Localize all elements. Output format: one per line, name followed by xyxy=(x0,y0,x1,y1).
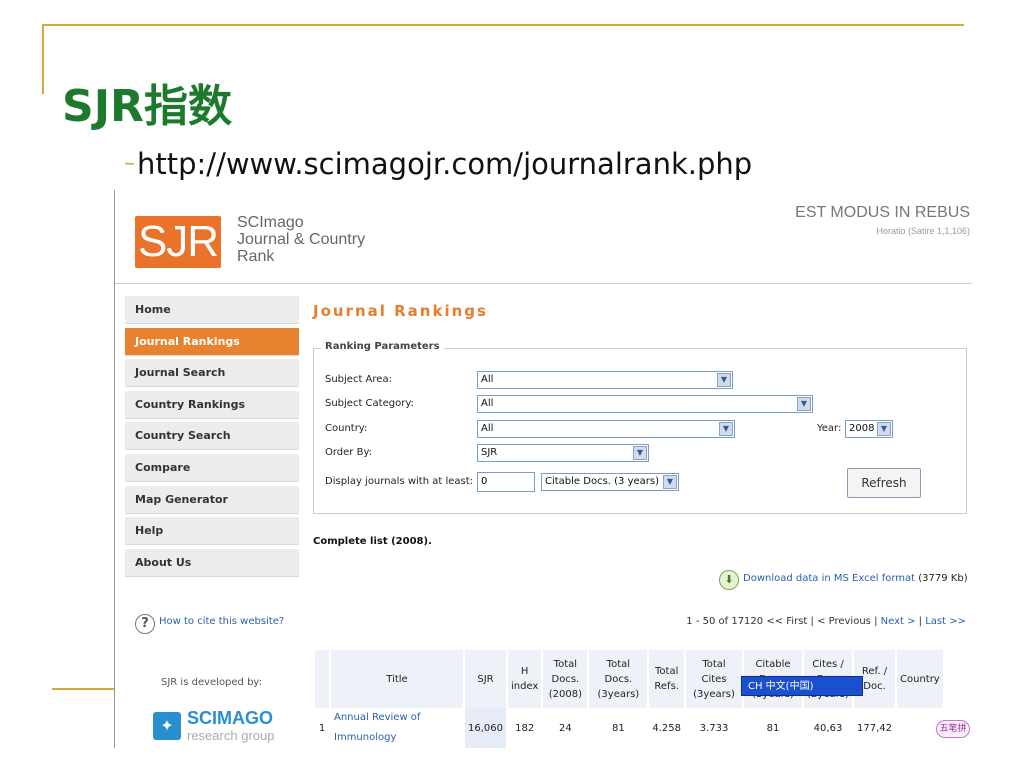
slide-title: SJR指数 xyxy=(62,81,232,132)
cite-link-label: How to cite this website? xyxy=(159,616,285,627)
country-label: Country: xyxy=(325,423,368,434)
slide-bullet: –http://www.scimagojr.com/journalrank.ph… xyxy=(124,146,844,182)
order-by-label: Order By: xyxy=(325,447,373,458)
col-rank xyxy=(315,650,329,708)
cell-cites-per-doc: 40,63 xyxy=(813,722,843,734)
cell-sjr: 16,060 xyxy=(465,708,506,748)
download-icon: ⬇ xyxy=(719,570,739,590)
pager-previous[interactable]: < Previous xyxy=(817,616,871,627)
website-screenshot: SJR SCImago Journal & Country Rank EST M… xyxy=(114,190,972,748)
chevron-down-icon: ▼ xyxy=(717,373,731,387)
subject-category-label: Subject Category: xyxy=(325,398,414,409)
scimago-subtitle: research group xyxy=(187,728,275,743)
col-total-docs-2008[interactable]: Total Docs. (2008) xyxy=(543,650,588,708)
pager-first[interactable]: << First xyxy=(766,616,807,627)
display-type-select[interactable]: Citable Docs. (3 years) ▼ xyxy=(541,473,679,491)
ranking-parameters-legend: Ranking Parameters xyxy=(321,341,444,352)
display-min-input[interactable]: 0 xyxy=(477,472,535,492)
pager-range: 1 - 50 of 17120 xyxy=(686,616,764,627)
download-excel-link[interactable]: ⬇ Download data in MS Excel format (3779 … xyxy=(719,570,968,590)
logo-line-2: Journal & Country xyxy=(237,231,366,248)
ime-language-bar[interactable]: CH 中文(中国) xyxy=(741,676,863,696)
pagination: 1 - 50 of 17120 << First | < Previous | … xyxy=(686,616,966,627)
chevron-down-icon: ▼ xyxy=(663,475,677,489)
display-min-label: Display journals with at least: xyxy=(325,476,474,487)
col-total-refs[interactable]: Total Refs. xyxy=(649,650,684,708)
cell-citable-3years: 81 xyxy=(766,722,780,734)
country-select[interactable]: All ▼ xyxy=(477,420,735,438)
pager-last[interactable]: Last >> xyxy=(925,616,966,627)
cell-ref-per-doc: 177,42 xyxy=(857,722,892,734)
refresh-button[interactable]: Refresh xyxy=(847,468,921,498)
cell-docs-2008: 24 xyxy=(558,722,572,734)
nav-item-compare[interactable]: Compare xyxy=(125,453,299,482)
developed-by-label: SJR is developed by: xyxy=(161,677,262,688)
year-select[interactable]: 2008 ▼ xyxy=(845,420,893,438)
header-divider xyxy=(115,283,972,284)
nav-item-map-generator[interactable]: Map Generator xyxy=(125,485,299,514)
chevron-down-icon: ▼ xyxy=(797,397,811,411)
subject-category-select[interactable]: All ▼ xyxy=(477,395,813,413)
cite-link[interactable]: ? How to cite this website? xyxy=(135,614,284,634)
cell-rank: 1 xyxy=(318,722,326,734)
subject-area-label: Subject Area: xyxy=(325,374,392,385)
cell-docs-3years: 81 xyxy=(611,722,625,734)
col-country[interactable]: Country xyxy=(897,650,943,708)
col-h-index[interactable]: H index xyxy=(508,650,542,708)
nav-item-help[interactable]: Help xyxy=(125,517,299,546)
cell-refs: 4.258 xyxy=(652,722,681,734)
chevron-down-icon: ▼ xyxy=(633,446,647,460)
question-icon: ? xyxy=(135,614,155,634)
chevron-down-icon: ▼ xyxy=(877,422,891,436)
journal-rankings-table: Title SJR H index Total Docs. (2008) Tot… xyxy=(313,650,945,748)
year-label: Year: xyxy=(817,423,842,434)
year-value: 2008 xyxy=(849,423,875,434)
download-label: Download data in MS Excel format xyxy=(743,573,916,584)
slide-left-rule xyxy=(42,24,44,94)
cell-title-link[interactable]: Annual Review of Immunology xyxy=(331,708,463,748)
bullet-dash-icon: – xyxy=(124,151,135,176)
nav-item-country-search[interactable]: Country Search xyxy=(125,422,299,451)
subject-category-value: All xyxy=(481,398,494,409)
subject-area-select[interactable]: All ▼ xyxy=(477,371,733,389)
scimago-logo[interactable]: ✦ SCIMAGO research group xyxy=(153,708,283,744)
sjr-logo-text: SCImago Journal & Country Rank xyxy=(237,214,365,265)
scimago-name: SCIMAGO xyxy=(187,708,274,728)
header-motto-source: Horatio (Satire 1,1,106) xyxy=(876,226,970,236)
header-motto: EST MODUS IN REBUS xyxy=(795,204,970,221)
subject-area-value: All xyxy=(481,374,494,385)
ime-input-method-badge[interactable]: 五笔拼 xyxy=(936,720,970,738)
col-title[interactable]: Title xyxy=(331,650,463,708)
nav-item-country-rankings[interactable]: Country Rankings xyxy=(125,390,299,419)
page-title: Journal Rankings xyxy=(313,302,488,320)
logo-line-1: SCImago xyxy=(237,214,304,231)
sidebar-nav: Home Journal Rankings Journal Search Cou… xyxy=(125,296,299,580)
col-sjr[interactable]: SJR xyxy=(465,650,506,708)
cell-cites-3years: 3.733 xyxy=(699,722,729,734)
col-total-docs-3years[interactable]: Total Docs. (3years) xyxy=(589,650,648,708)
country-value: All xyxy=(481,423,494,434)
scimago-mark-icon: ✦ xyxy=(153,712,181,740)
pager-next[interactable]: Next > xyxy=(881,616,916,627)
complete-list-label: Complete list (2008). xyxy=(313,536,432,547)
sjr-logo[interactable]: SJR xyxy=(135,216,221,268)
table-row: 1 Annual Review of Immunology 16,060 182… xyxy=(315,708,943,748)
chevron-down-icon: ▼ xyxy=(719,422,733,436)
order-by-select[interactable]: SJR ▼ xyxy=(477,444,649,462)
nav-item-home[interactable]: Home xyxy=(125,296,299,324)
order-by-value: SJR xyxy=(481,447,498,458)
bullet-url: http://www.scimagojr.com/journalrank.php xyxy=(137,147,753,181)
col-total-cites-3years[interactable]: Total Cites (3years) xyxy=(686,650,742,708)
logo-line-3: Rank xyxy=(237,248,275,265)
cell-h-index: 182 xyxy=(515,722,535,734)
download-size: (3779 Kb) xyxy=(918,573,968,584)
display-type-value: Citable Docs. (3 years) xyxy=(545,476,660,487)
nav-item-about-us[interactable]: About Us xyxy=(125,548,299,577)
nav-item-journal-rankings[interactable]: Journal Rankings xyxy=(125,327,299,356)
slide-bottom-rule xyxy=(52,688,118,690)
slide-top-rule xyxy=(42,24,964,26)
nav-item-journal-search[interactable]: Journal Search xyxy=(125,359,299,388)
